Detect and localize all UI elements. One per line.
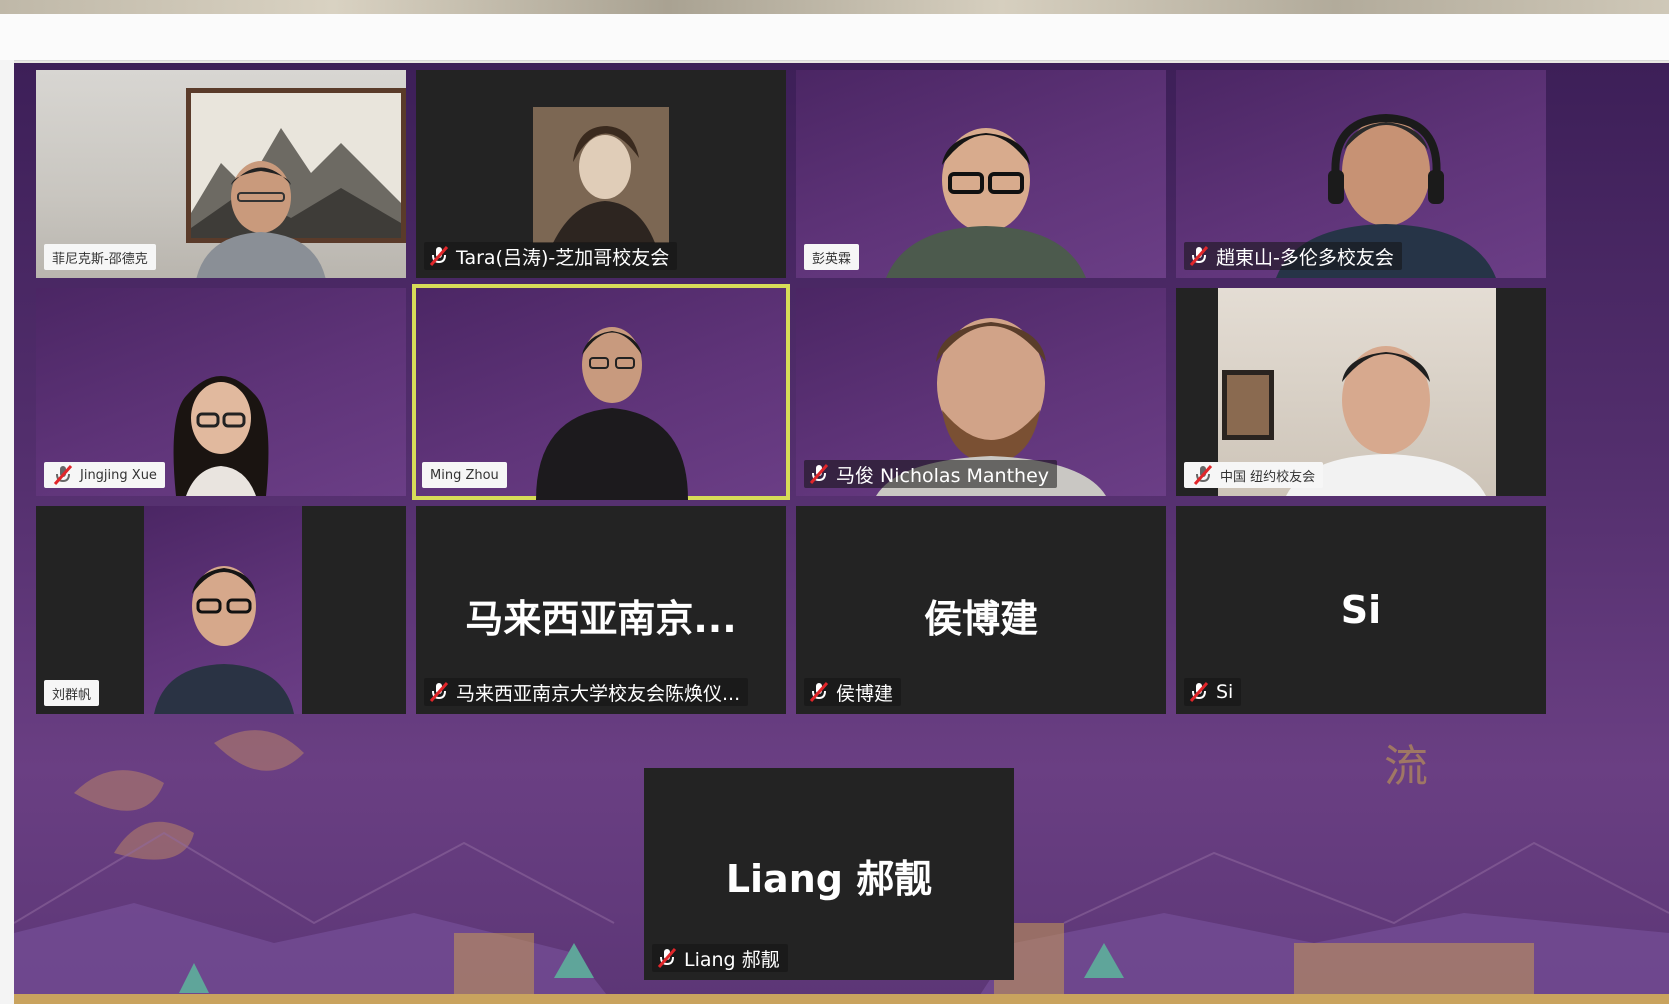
participant-display-name-p11: 侯博建 <box>923 597 1038 641</box>
participant-display-name-p12: Si <box>1340 588 1382 632</box>
video-tile-p7[interactable]: 马俊 Nicholas Manthey <box>796 288 1166 496</box>
participant-label-p3: 彭英霖 <box>804 244 860 270</box>
participant-photo-p2 <box>533 107 669 243</box>
video-gallery: 流 菲尼克斯-邵德克 Tara(吕涛)-芝加哥校友会 彭英霖 趙東山-多伦多校友… <box>14 63 1669 1004</box>
participant-label-p4: 趙東山-多伦多校友会 <box>1184 242 1402 270</box>
muted-mic-icon <box>1189 246 1209 266</box>
participant-label-p1: 菲尼克斯-邵德克 <box>44 244 156 270</box>
participant-label-p2: Tara(吕涛)-芝加哥校友会 <box>424 242 678 270</box>
muted-mic-icon <box>809 464 829 484</box>
video-tile-p11[interactable]: 侯博建 侯博建 <box>796 506 1166 714</box>
muted-mic-icon <box>1193 465 1213 485</box>
video-tile-p12[interactable]: Si Si <box>1176 506 1546 714</box>
muted-mic-icon <box>429 246 449 266</box>
muted-mic-icon <box>1189 682 1209 702</box>
video-tile-p6[interactable]: Ming Zhou <box>412 284 790 500</box>
video-tile-p4[interactable]: 趙東山-多伦多校友会 <box>1176 70 1546 278</box>
background-glyph: 流 <box>1384 741 1428 792</box>
participant-video-p3 <box>886 128 1086 278</box>
participant-label-p8: 中国 纽约校友会 <box>1184 462 1324 488</box>
participant-label-p7: 马俊 Nicholas Manthey <box>804 460 1058 488</box>
participant-label-p11: 侯博建 <box>804 678 902 706</box>
participant-video-p9 <box>154 566 294 714</box>
participant-label-p12: Si <box>1184 678 1242 706</box>
video-tile-p8[interactable]: 中国 纽约校友会 <box>1176 288 1546 496</box>
participant-label-p6: Ming Zhou <box>422 462 507 488</box>
participant-video-p1 <box>196 161 326 278</box>
muted-mic-icon <box>429 682 449 702</box>
participant-display-name-p10: 马来西亚南京... <box>465 597 737 641</box>
video-tile-p3[interactable]: 彭英霖 <box>796 70 1166 278</box>
video-tile-p2[interactable]: Tara(吕涛)-芝加哥校友会 <box>416 70 786 278</box>
participant-display-name-p13: Liang 郝靓 <box>725 857 933 901</box>
participant-label-p5: Jingjing Xue <box>44 462 165 488</box>
wall-photo <box>1222 370 1274 440</box>
participant-label-p13: Liang 郝靓 <box>652 944 788 972</box>
muted-mic-icon <box>809 682 829 702</box>
participant-video-p6 <box>536 327 688 500</box>
video-tile-p13[interactable]: Liang 郝靓 Liang 郝靓 <box>644 768 1014 980</box>
participant-video-p5 <box>173 376 269 496</box>
video-tile-p1[interactable]: 菲尼克斯-邵德克 <box>36 70 406 278</box>
meeting-toolbar <box>0 14 1669 61</box>
video-tile-p5[interactable]: Jingjing Xue <box>36 288 406 496</box>
video-tile-p9[interactable]: 刘群帆 <box>36 506 406 714</box>
video-tile-p10[interactable]: 马来西亚南京... 马来西亚南京大学校友会陈焕仪... <box>416 506 786 714</box>
muted-mic-icon <box>53 465 73 485</box>
window-top-strip <box>0 0 1669 14</box>
participant-label-p9: 刘群帆 <box>44 680 100 706</box>
muted-mic-icon <box>657 948 677 968</box>
participant-label-p10: 马来西亚南京大学校友会陈焕仪... <box>424 678 749 706</box>
left-edge <box>0 60 14 1004</box>
